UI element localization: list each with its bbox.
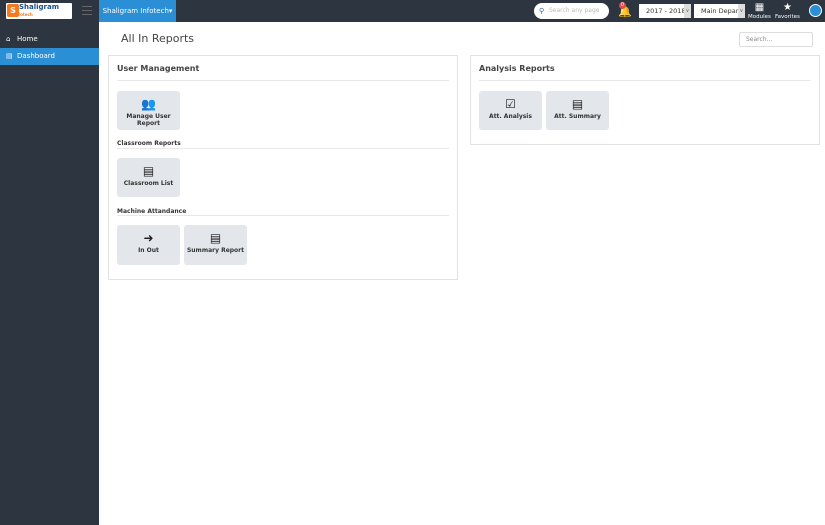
section-title: Classroom Reports — [117, 140, 181, 147]
user-management-panel: User Management 👥 Manage User Report Clas… — [108, 55, 458, 280]
list-icon: ▤ — [571, 97, 584, 111]
in-out-tile[interactable]: ➜ In Out — [117, 225, 180, 265]
star-icon: ★ — [782, 2, 792, 13]
panel-title: Analysis Reports — [479, 64, 555, 73]
modules-button[interactable]: ▦ Modules — [748, 2, 771, 20]
divider — [117, 215, 449, 216]
manage-user-report-tile[interactable]: 👥 Manage User Report — [117, 91, 180, 130]
divider — [479, 80, 811, 81]
sidebar-item-dashboard[interactable]: ▤ Dashboard — [0, 48, 99, 65]
att-analysis-tile[interactable]: ☑ Att. Analysis — [479, 91, 542, 130]
top-bar: S Shaligram Infotech Shaligram Infotech▾ ⚲… — [0, 0, 825, 22]
search-icon: ⚲ — [539, 7, 545, 15]
divider — [117, 148, 449, 149]
summary-report-tile[interactable]: ▤ Summary Report — [184, 225, 247, 265]
users-icon: 👥 — [141, 97, 156, 111]
page-title: All In Reports — [121, 32, 195, 45]
divider — [117, 80, 449, 81]
avatar[interactable] — [809, 4, 822, 17]
notification-badge: 0 — [619, 2, 626, 9]
sidebar: ⌂ Home ▤ Dashboard — [0, 22, 99, 525]
section-title: Machine Attandance — [117, 208, 187, 215]
menu-toggle-icon[interactable] — [82, 6, 92, 15]
year-select[interactable]: 2017 - 2018 ∨ — [639, 4, 691, 18]
favorites-button[interactable]: ★ Favorites — [775, 2, 800, 20]
panel-title: User Management — [117, 64, 200, 73]
department-select[interactable]: Main Depart ∨ — [694, 4, 745, 18]
company-dropdown[interactable]: Shaligram Infotech▾ — [99, 0, 176, 22]
logo[interactable]: S Shaligram Infotech — [6, 3, 72, 19]
page-search-input[interactable]: ⚲ Search any page — [534, 3, 609, 19]
dashboard-icon: ▤ — [6, 52, 13, 60]
att-summary-tile[interactable]: ▤ Att. Summary — [546, 91, 609, 130]
sign-in-icon: ➜ — [143, 231, 154, 245]
classroom-list-tile[interactable]: ▤ Classroom List — [117, 158, 180, 197]
calendar-check-icon: ☑ — [505, 97, 516, 111]
analysis-reports-panel: Analysis Reports ☑ Att. Analysis ▤ Att. Su… — [470, 55, 820, 145]
chevron-down-icon: ∨ — [738, 4, 745, 18]
grid-icon: ▦ — [754, 2, 765, 13]
list-icon: ▤ — [209, 231, 222, 245]
home-icon: ⌂ — [6, 35, 11, 43]
report-search-input[interactable]: Search... — [739, 32, 813, 47]
list-icon: ▤ — [142, 164, 155, 178]
sidebar-item-home[interactable]: ⌂ Home — [0, 31, 99, 48]
chevron-down-icon: ∨ — [684, 4, 691, 18]
